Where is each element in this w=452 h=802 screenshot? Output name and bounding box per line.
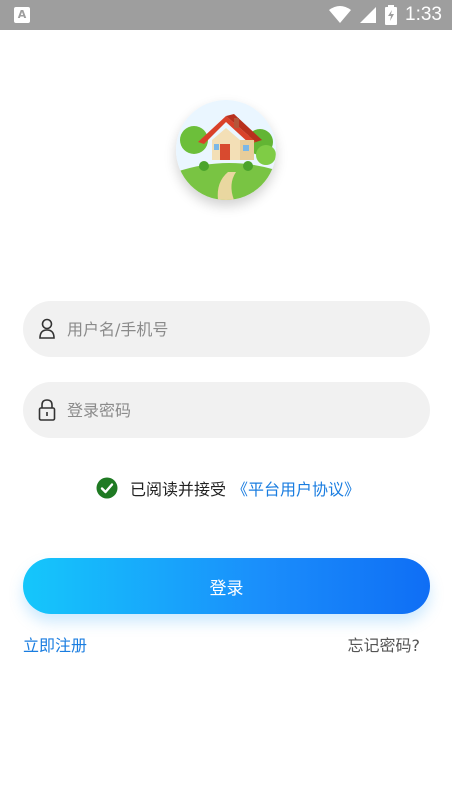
status-bar-right: 1:33 [329,0,442,30]
status-time: 1:33 [405,4,442,25]
password-input[interactable] [67,382,407,438]
password-field[interactable] [23,382,430,438]
user-icon [39,318,55,339]
agreement-link[interactable]: 《平台用户协议》 [232,476,360,500]
app-logo [176,100,276,200]
agreement-row: 已阅读并接受 《平台用户协议》 [96,476,360,500]
notification-icon: A [14,7,30,23]
signal-icon [360,7,377,23]
forgot-password-link[interactable]: 忘记密码? [348,632,421,656]
wifi-icon [329,6,352,23]
register-link[interactable]: 立即注册 [23,632,87,656]
username-input[interactable] [67,301,407,357]
username-field[interactable] [23,301,430,357]
house-icon [176,100,276,200]
battery-charging-icon [385,5,398,25]
status-bar: A 1:33 [0,0,452,30]
agreement-text: 已阅读并接受 [130,480,227,499]
checkbox-checked-icon[interactable] [96,477,118,499]
login-button[interactable]: 登录 [23,558,430,614]
lock-icon [38,399,56,421]
